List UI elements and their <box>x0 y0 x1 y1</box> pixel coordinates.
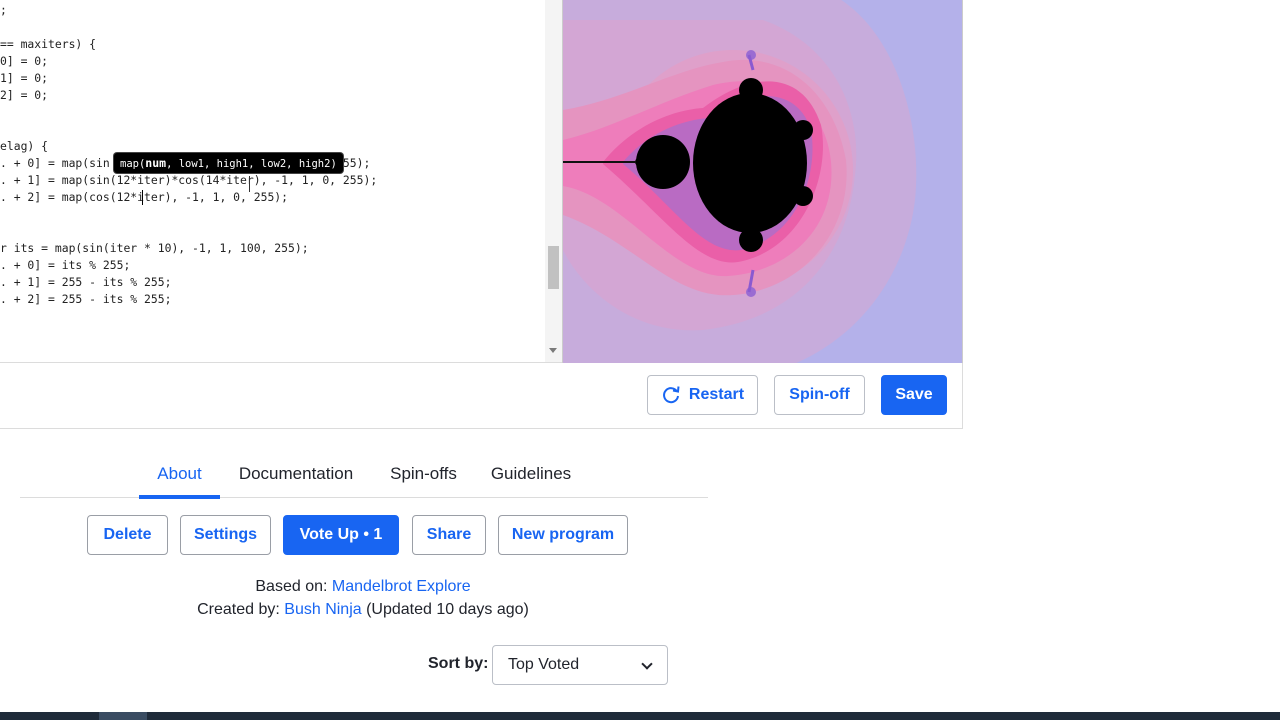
tab-about[interactable]: About <box>139 452 220 499</box>
spin-off-button[interactable]: Spin-off <box>774 375 865 415</box>
text-cursor <box>142 190 143 205</box>
code-line[interactable]: 1] = 0; <box>0 70 48 87</box>
function-signature-tooltip: map(num, low1, high1, low2, high2) <box>114 153 343 173</box>
based-on-line: Based on: Mandelbrot Explore <box>0 578 726 596</box>
code-line[interactable]: . + 1] = 255 - its % 255; <box>0 274 171 291</box>
settings-button[interactable]: Settings <box>180 515 271 555</box>
sort-selected-value: Top Voted <box>508 656 580 673</box>
save-button[interactable]: Save <box>881 375 947 415</box>
taskbar-active-app[interactable] <box>99 712 147 720</box>
created-by-label: Created by: <box>197 601 285 618</box>
sort-select[interactable]: Top Voted <box>492 645 668 685</box>
tab-documentation[interactable]: Documentation <box>234 452 358 498</box>
sort-by-label: Sort by: <box>428 655 489 672</box>
code-line[interactable]: 0] = 0; <box>0 53 48 70</box>
program-tabs: About Documentation Spin-offs Guidelines <box>20 452 708 499</box>
code-line[interactable]: ; <box>0 2 7 19</box>
code-line[interactable]: . + 0] = its % 255; <box>0 257 130 274</box>
created-by-line: Created by: Bush Ninja (Updated 10 days … <box>0 601 726 619</box>
code-line[interactable]: . + 2] = 255 - its % 255; <box>0 291 171 308</box>
editor-scrollbar[interactable] <box>545 0 562 362</box>
scrollbar-thumb[interactable] <box>548 246 559 289</box>
scroll-down-arrow-icon[interactable] <box>549 348 557 353</box>
code-line[interactable]: r its = map(sin(iter * 10), -1, 1, 100, … <box>0 240 309 257</box>
tab-spin-offs[interactable]: Spin-offs <box>385 452 462 498</box>
code-line[interactable]: elag) { <box>0 138 48 155</box>
delete-button[interactable]: Delete <box>87 515 168 555</box>
mouse-ibeam-cursor <box>249 176 250 192</box>
code-line[interactable]: . + 2] = map(cos(12*iter), -1, 1, 0, 255… <box>0 189 288 206</box>
new-program-button[interactable]: New program <box>498 515 628 555</box>
os-taskbar <box>0 712 1280 720</box>
code-line[interactable]: 2] = 0; <box>0 87 48 104</box>
author-link[interactable]: Bush Ninja <box>284 601 361 618</box>
tooltip-rest: , low1, high1, low2, high2) <box>166 158 337 170</box>
mandelbrot-fractal-image <box>563 0 962 363</box>
restart-label: Restart <box>688 386 745 403</box>
updated-text: (Updated 10 days ago) <box>361 601 529 618</box>
share-button[interactable]: Share <box>412 515 486 555</box>
code-editor[interactable]: ; == maxiters) { 0] = 0; 1] = 0; 2] = 0;… <box>0 0 562 363</box>
vote-up-button[interactable]: Vote Up • 1 <box>283 515 399 555</box>
tooltip-prefix: map( <box>120 158 146 170</box>
code-line[interactable]: . + 1] = map(sin(12*iter)*cos(14*iter), … <box>0 172 377 189</box>
restart-icon <box>663 386 680 404</box>
restart-button[interactable]: Restart <box>647 375 758 415</box>
code-line[interactable]: == maxiters) { <box>0 36 96 53</box>
editor-toolbar: Restart Spin-off Save <box>0 363 963 429</box>
tooltip-active-param: num <box>145 156 167 170</box>
chevron-down-icon <box>641 658 653 670</box>
program-output-canvas[interactable] <box>562 0 963 363</box>
based-on-link[interactable]: Mandelbrot Explore <box>332 578 471 595</box>
based-on-label: Based on: <box>255 578 332 595</box>
tab-guidelines[interactable]: Guidelines <box>486 452 576 498</box>
